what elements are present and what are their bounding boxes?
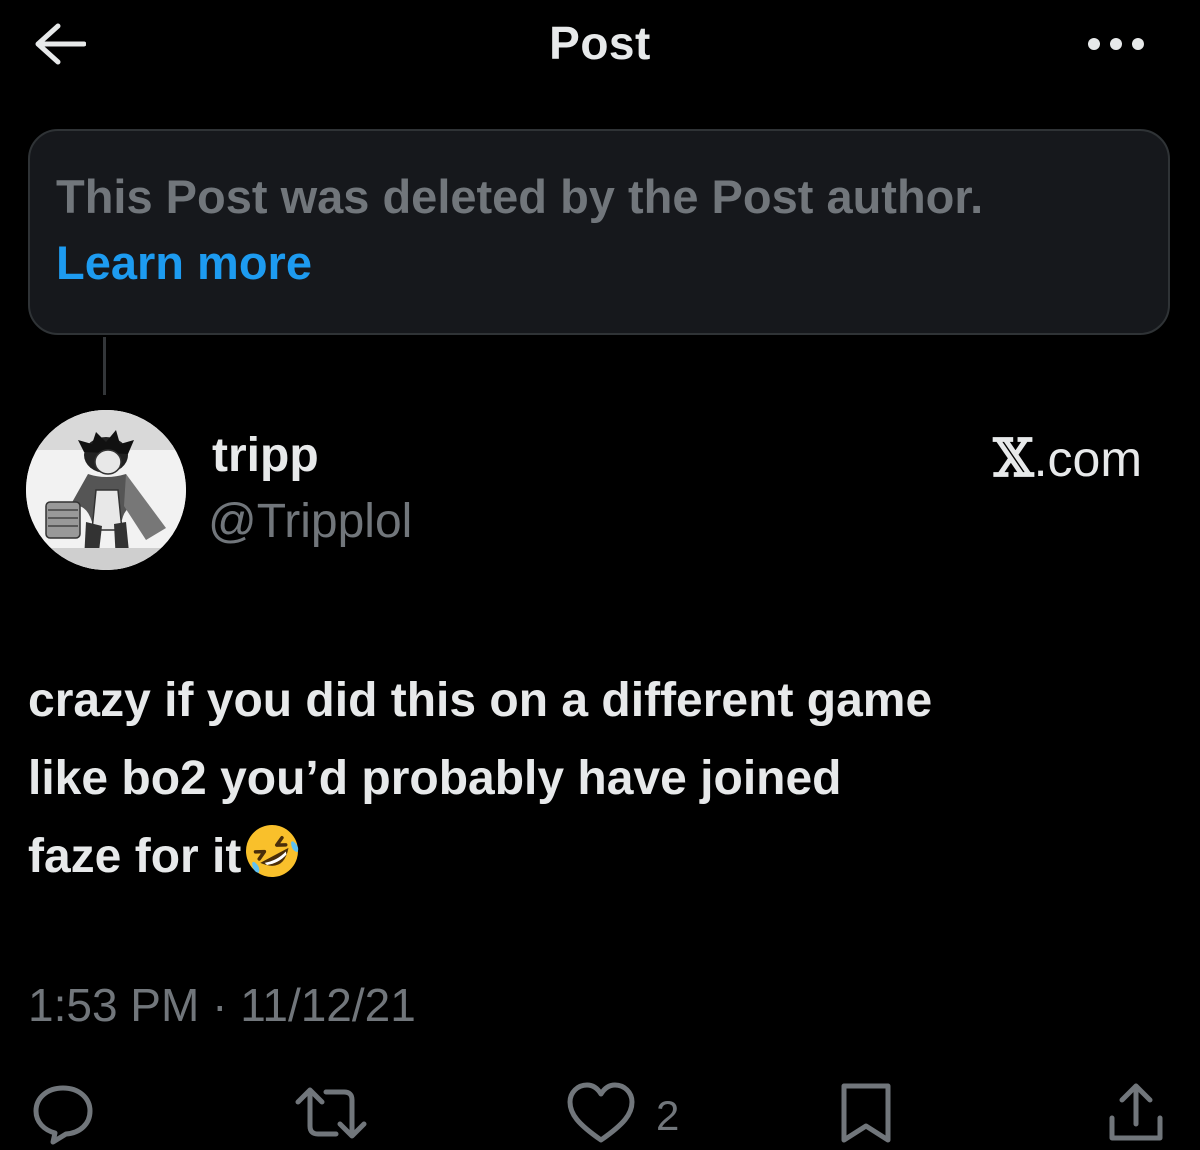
like-count: 2 <box>656 1092 680 1139</box>
source-domain: .com <box>1033 431 1142 487</box>
deleted-post-notice: This Post was deleted by the Post author… <box>28 129 1170 335</box>
avatar[interactable] <box>26 410 186 570</box>
share-icon[interactable] <box>1106 1080 1166 1146</box>
x-logo-icon: 𝕏 <box>993 428 1034 489</box>
post-text: crazy if you did this on a different gam… <box>28 662 1178 896</box>
rolling-on-floor-laughing-emoji <box>243 822 301 880</box>
reply-icon[interactable] <box>30 1080 96 1146</box>
heart-icon[interactable] <box>566 1080 636 1146</box>
post-text-line: crazy if you did this on a different gam… <box>28 674 933 727</box>
page-title: Post <box>549 17 651 69</box>
action-bar: 2 <box>0 1080 1200 1150</box>
bookmark-icon[interactable] <box>838 1080 894 1146</box>
post-text-line: like bo2 you’d probably have joined <box>28 752 842 805</box>
author-handle[interactable]: @Tripplol <box>208 494 412 549</box>
top-bar: Post <box>0 0 1200 90</box>
thread-connector-line <box>103 337 106 395</box>
deleted-post-message: This Post was deleted by the Post author… <box>56 170 984 223</box>
repost-icon[interactable] <box>294 1080 368 1146</box>
source-label: 𝕏.com <box>993 428 1142 489</box>
post-text-line-content: faze for it <box>28 830 242 883</box>
author-display-name[interactable]: tripp <box>212 428 319 483</box>
post-text-line: faze for it <box>28 818 1178 896</box>
learn-more-link[interactable]: Learn more <box>56 235 312 290</box>
post-timestamp: 1:53 PM · 11/12/21 <box>28 979 416 1031</box>
more-horizontal-icon[interactable] <box>1086 36 1146 52</box>
